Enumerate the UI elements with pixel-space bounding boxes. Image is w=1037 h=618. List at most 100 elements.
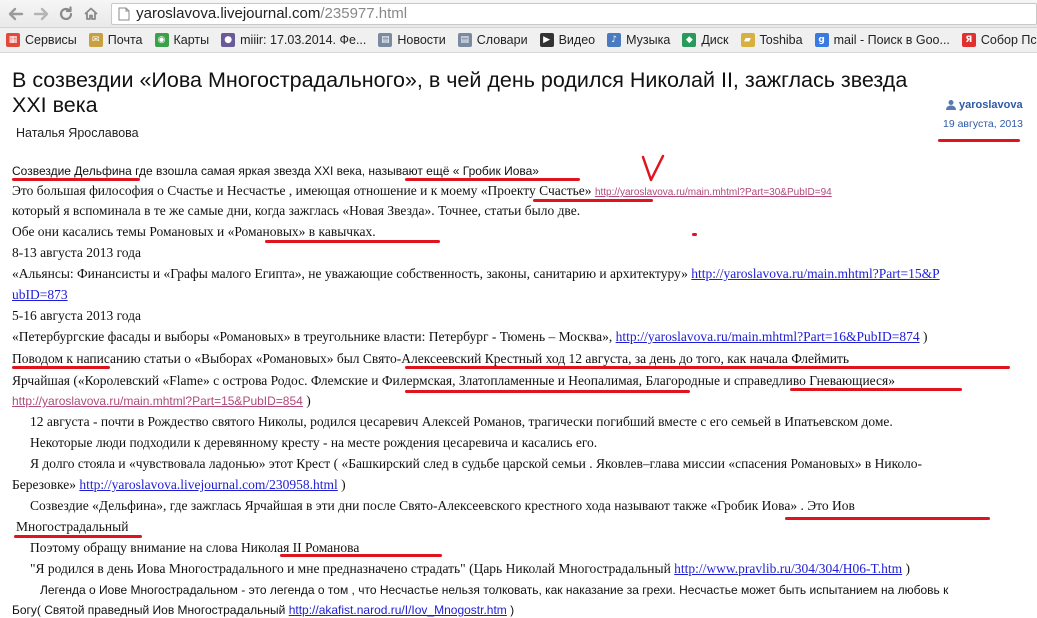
body-text-segment: "Я родился в день Иова Многострадального… <box>30 561 675 576</box>
reload-icon <box>60 5 73 20</box>
bookmark-label: Собор Псков <box>980 33 1037 47</box>
link-project-happiness[interactable]: http://yaroslavova.ru/main.mhtml?Part=30… <box>595 187 832 198</box>
bookmark-item[interactable]: ♪ Музыка <box>607 33 670 47</box>
post-body: Созвездие Дельфина где взошла самая ярка… <box>0 53 1037 617</box>
body-line-21: Легенда о Иове Многострадальном - это ле… <box>40 583 949 597</box>
reload-button[interactable] <box>57 4 76 24</box>
annotation-underline <box>790 388 962 391</box>
body-line-15: Я долго стояла и «чувствовала ладонью» э… <box>30 456 923 471</box>
bookmark-item[interactable]: ▰ Toshiba <box>740 33 803 47</box>
body-line-11: Ярчайшая («Королевский «Flame» с острова… <box>12 373 895 388</box>
link-royal-flame[interactable]: http://yaroslavova.ru/main.mhtml?Part=15… <box>12 394 303 408</box>
bookmark-item[interactable]: ▦ Сервисы <box>6 33 77 47</box>
annotation-underline <box>265 240 440 243</box>
arrow-left-icon <box>8 7 23 20</box>
annotation-underline <box>405 390 690 393</box>
body-line-12: http://yaroslavova.ru/main.mhtml?Part=15… <box>12 393 311 409</box>
bookmark-item[interactable]: ● miiir: 17.03.2014. Фе... <box>221 33 366 47</box>
body-text-segment: Богу( Святой праведный Иов Многострадаль… <box>12 603 289 617</box>
body-text-segment: «Петербургские фасады и выборы «Романовы… <box>12 329 616 344</box>
link-petersburg-facades[interactable]: http://yaroslavova.ru/main.mhtml?Part=16… <box>616 329 920 344</box>
bookmark-label: Диск <box>701 33 729 47</box>
bookmark-label: Музыка <box>626 33 671 47</box>
bookmark-item[interactable]: ▶ Видео <box>539 33 596 47</box>
bookmark-label: Видео <box>558 33 596 47</box>
link-alliances-part1[interactable]: http://yaroslavova.ru/main.mhtml?Part=15… <box>691 266 939 281</box>
bookmark-item[interactable]: ▤ Новости <box>378 33 446 47</box>
body-line-22: Богу( Святой праведный Иов Многострадаль… <box>12 602 514 618</box>
yandex-icon: Я <box>961 33 976 47</box>
body-line-10: Поводом к написанию статьи о «Выборах «Р… <box>12 351 850 366</box>
video-icon: ▶ <box>539 33 554 47</box>
bookmark-item[interactable]: ✉ Почта <box>88 33 143 47</box>
home-button[interactable] <box>82 4 101 24</box>
body-line-14: Некоторые люди подходили к деревянному к… <box>30 435 598 450</box>
bookmark-item[interactable]: Я Собор Псков <box>961 33 1037 47</box>
body-text-segment: ) <box>506 603 515 617</box>
body-line-13: 12 августа - почти в Рождество святого Н… <box>30 414 893 429</box>
mail-icon: ✉ <box>88 33 103 47</box>
url-path: /235977.html <box>320 5 408 22</box>
bookmark-item[interactable]: g mail - Поиск в Goo... <box>814 33 950 47</box>
body-line-1: Созвездие Дельфина где взошла самая ярка… <box>12 164 539 178</box>
bookmark-label: Toshiba <box>759 33 803 47</box>
body-text-segment: ) <box>337 477 346 492</box>
body-text-segment: «Альянсы: Финансисты и «Графы малого Еги… <box>12 266 692 281</box>
body-text-segment: Березовке» <box>12 477 80 492</box>
bookmark-item[interactable]: ◉ Карты <box>154 33 210 47</box>
annotation-underline <box>12 178 140 181</box>
back-button[interactable] <box>6 4 25 24</box>
link-akafist[interactable]: http://akafist.narod.ru/I/Iov_Mnogostr.h… <box>289 603 507 617</box>
annotation-underline <box>12 366 110 369</box>
bookmark-item[interactable]: ▤ Словари <box>457 33 528 47</box>
url-host: yaroslavova.livejournal.com <box>136 5 321 22</box>
link-pravlib[interactable]: http://www.pravlib.ru/304/304/H06-T.htm <box>674 561 902 576</box>
body-text-segment: ) <box>902 561 911 576</box>
body-line-8: 5-16 августа 2013 года <box>12 308 141 323</box>
body-line-4: Обе они касались темы Романовых и «Роман… <box>12 224 376 239</box>
bookmark-label: Карты <box>173 33 210 47</box>
annotation-underline <box>14 535 142 538</box>
annotation-underline <box>405 366 1010 369</box>
annotation-underline <box>280 554 442 557</box>
annotation-checkmark <box>641 154 665 182</box>
annotation-underline <box>785 517 990 520</box>
bookmarks-bar: ▦ Сервисы ✉ Почта ◉ Карты ● miiir: 17.03.2014. … <box>0 28 1037 53</box>
link-alliances-part2[interactable]: ubID=873 <box>12 287 68 302</box>
page-icon: ▤ <box>457 33 472 47</box>
music-icon: ♪ <box>607 33 622 47</box>
folder-icon: ▰ <box>740 33 755 47</box>
bookmark-item[interactable]: ◆ Диск <box>682 33 729 47</box>
link-bashkir-trace[interactable]: http://yaroslavova.livejournal.com/23095… <box>79 477 337 492</box>
bookmark-label: Сервисы <box>25 33 77 47</box>
bookmark-label: miiir: 17.03.2014. Фе... <box>240 33 367 47</box>
bookmark-label: Новости <box>397 33 446 47</box>
body-line-3: который я вспоминала в те же самые дни, … <box>12 203 581 218</box>
google-icon: g <box>814 33 829 47</box>
disk-icon: ◆ <box>682 33 697 47</box>
bookmark-label: Почта <box>107 33 143 47</box>
body-line-20: "Я родился в день Иова Многострадального… <box>30 561 910 577</box>
address-bar[interactable]: yaroslavova.livejournal.com/235977.html <box>111 2 1037 25</box>
body-line-17: Созвездие «Дельфина», где зажглась Ярчай… <box>30 498 855 513</box>
body-text-segment: Это большая философия о Счастье и Несчас… <box>12 183 595 198</box>
page-content: В созвездии «Иова Многострадального», в … <box>0 53 1037 617</box>
browser-toolbar: yaroslavova.livejournal.com/235977.html <box>0 0 1037 28</box>
bookmark-label: Словари <box>476 33 528 47</box>
page-icon <box>118 7 130 20</box>
body-line-9: «Петербургские фасады и выборы «Романовы… <box>12 329 927 345</box>
forward-button[interactable] <box>31 4 50 24</box>
bookmark-label: mail - Поиск в Goo... <box>833 33 950 47</box>
body-line-16: Березовке» http://yaroslavova.livejourna… <box>12 477 346 493</box>
annotation-underline <box>533 199 653 202</box>
body-line-7: ubID=873 <box>12 287 68 303</box>
body-line-6: «Альянсы: Финансисты и «Графы малого Еги… <box>12 266 940 282</box>
arrow-right-icon <box>33 7 49 20</box>
body-text-segment: ) <box>302 393 311 408</box>
home-icon <box>84 7 99 20</box>
user-icon: ● <box>221 33 236 47</box>
annotation-underline <box>692 233 697 236</box>
annotation-underline <box>405 178 580 181</box>
body-line-5: 8-13 августа 2013 года <box>12 245 141 260</box>
annotation-underline <box>938 139 1020 142</box>
